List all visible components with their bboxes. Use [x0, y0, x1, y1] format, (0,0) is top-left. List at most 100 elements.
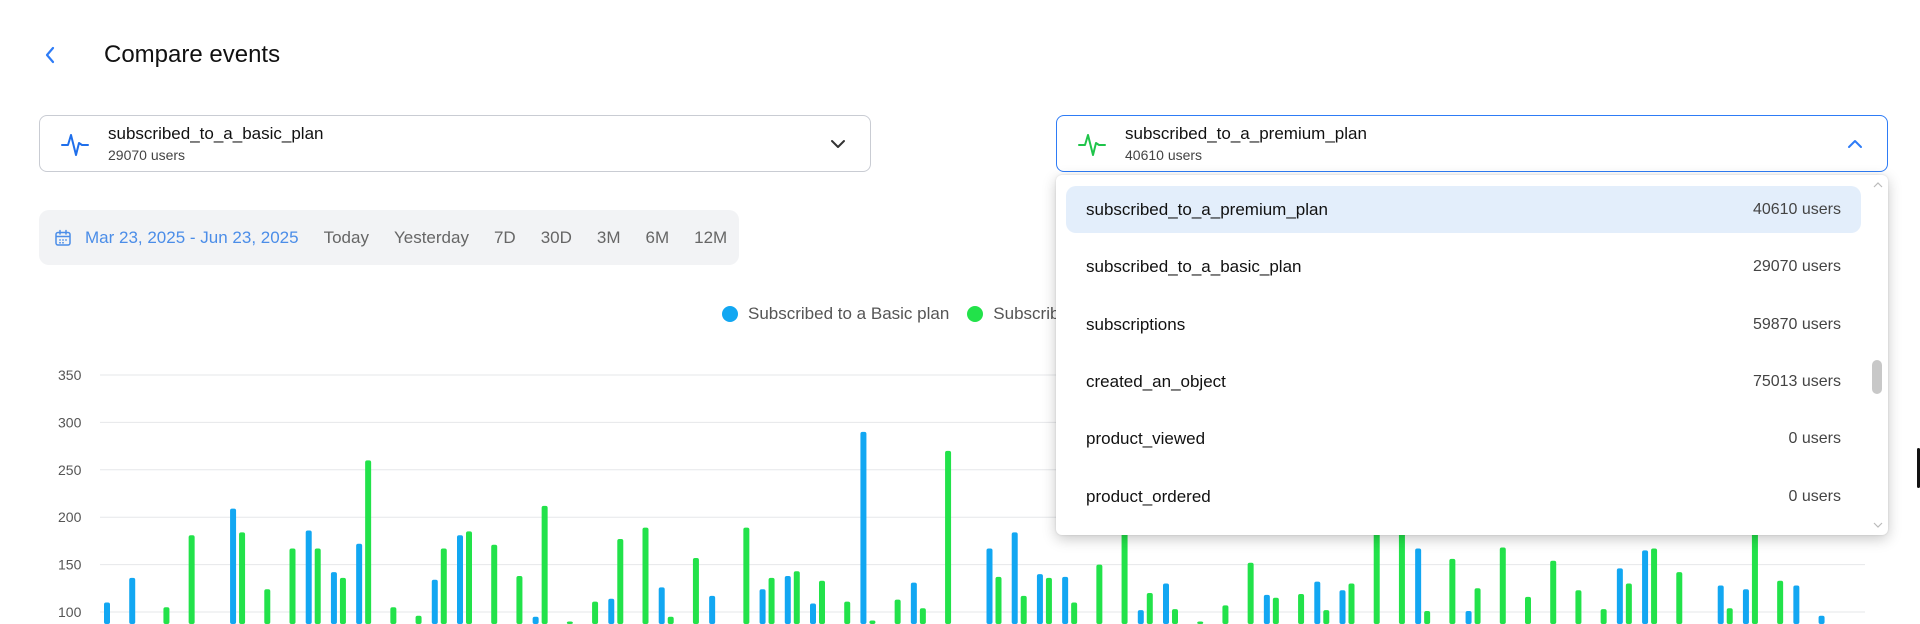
- bar-premium[interactable]: [1172, 609, 1178, 624]
- left-event-select[interactable]: subscribed_to_a_basic_plan 29070 users: [39, 115, 871, 172]
- date-range-picker[interactable]: Mar 23, 2025 - Jun 23, 2025: [53, 228, 299, 248]
- bar-basic[interactable]: [784, 575, 791, 624]
- bar-basic[interactable]: [910, 582, 917, 624]
- chevron-down-icon[interactable]: [828, 134, 848, 154]
- bar-basic[interactable]: [129, 577, 136, 624]
- bar-basic[interactable]: [457, 535, 463, 624]
- bar-basic[interactable]: [759, 589, 766, 624]
- bar-premium[interactable]: [390, 607, 397, 624]
- preset-today[interactable]: Today: [324, 228, 369, 248]
- dropdown-item[interactable]: product_viewed 0 users: [1066, 415, 1861, 462]
- bar-premium[interactable]: [415, 615, 422, 624]
- bar-premium[interactable]: [440, 548, 447, 624]
- dropdown-item[interactable]: subscribed_to_a_basic_plan 29070 users: [1066, 243, 1861, 290]
- dropdown-scrollbar[interactable]: [1868, 175, 1888, 535]
- scroll-down-icon[interactable]: [1872, 519, 1884, 531]
- dropdown-item[interactable]: subscribed_to_a_premium_plan 40610 users: [1066, 186, 1861, 233]
- bar-premium[interactable]: [1575, 590, 1582, 624]
- bar-premium[interactable]: [1777, 580, 1784, 624]
- bar-basic[interactable]: [1011, 532, 1018, 624]
- bar-premium[interactable]: [1550, 560, 1557, 624]
- bar-premium[interactable]: [1625, 583, 1632, 624]
- bar-basic[interactable]: [1339, 590, 1346, 624]
- bar-premium[interactable]: [163, 607, 170, 624]
- bar-premium[interactable]: [339, 577, 346, 624]
- bar-premium[interactable]: [1247, 562, 1254, 624]
- bar-premium[interactable]: [1525, 596, 1531, 624]
- preset-12m[interactable]: 12M: [694, 228, 727, 248]
- bar-premium[interactable]: [592, 601, 599, 624]
- bar-premium[interactable]: [1020, 595, 1027, 624]
- bar-premium[interactable]: [1323, 610, 1330, 624]
- bar-premium[interactable]: [768, 577, 775, 624]
- dropdown-item[interactable]: product_ordered 0 users: [1066, 473, 1861, 520]
- dropdown-item[interactable]: subscriptions 59870 users: [1066, 301, 1861, 348]
- bar-basic[interactable]: [305, 530, 312, 624]
- bar-basic[interactable]: [104, 602, 110, 624]
- bar-premium[interactable]: [541, 505, 548, 624]
- scroll-up-icon[interactable]: [1872, 179, 1884, 191]
- back-button[interactable]: [38, 43, 62, 67]
- bar-premium[interactable]: [692, 557, 699, 624]
- bar-premium[interactable]: [1071, 602, 1078, 624]
- bar-basic[interactable]: [1036, 574, 1043, 624]
- bar-basic[interactable]: [1742, 589, 1749, 624]
- bar-basic[interactable]: [1642, 550, 1649, 624]
- scrollbar-thumb[interactable]: [1872, 360, 1882, 394]
- bar-premium[interactable]: [365, 460, 372, 624]
- bar-basic[interactable]: [431, 579, 438, 624]
- bar-basic[interactable]: [1465, 611, 1472, 624]
- bar-basic[interactable]: [532, 616, 539, 624]
- dropdown-item[interactable]: created_an_object 75013 users: [1066, 358, 1861, 405]
- preset-6m[interactable]: 6M: [646, 228, 670, 248]
- bar-basic[interactable]: [658, 587, 665, 624]
- legend-item-basic[interactable]: Subscribed to a Basic plan: [722, 304, 949, 324]
- bar-premium[interactable]: [869, 620, 876, 624]
- bar-premium[interactable]: [1499, 547, 1506, 624]
- bar-basic[interactable]: [1717, 585, 1724, 624]
- bar-premium[interactable]: [793, 571, 800, 624]
- bar-basic[interactable]: [1314, 581, 1321, 624]
- bar-premium[interactable]: [743, 527, 750, 624]
- bar-basic[interactable]: [330, 572, 337, 624]
- right-event-select[interactable]: subscribed_to_a_premium_plan 40610 users: [1056, 115, 1888, 172]
- bar-basic[interactable]: [230, 508, 237, 624]
- bar-premium[interactable]: [642, 527, 649, 624]
- bar-premium[interactable]: [1726, 608, 1733, 624]
- bar-premium[interactable]: [819, 580, 825, 624]
- bar-premium[interactable]: [1045, 577, 1052, 624]
- bar-basic[interactable]: [356, 543, 363, 624]
- bar-basic[interactable]: [1163, 583, 1169, 624]
- bar-premium[interactable]: [1298, 593, 1305, 624]
- bar-premium[interactable]: [1651, 548, 1658, 624]
- bar-premium[interactable]: [894, 599, 901, 624]
- bar-basic[interactable]: [709, 595, 716, 624]
- preset-7d[interactable]: 7D: [494, 228, 516, 248]
- bar-basic[interactable]: [860, 431, 867, 624]
- bar-premium[interactable]: [239, 532, 246, 624]
- legend-item-premium[interactable]: Subscribe: [967, 304, 1069, 324]
- bar-premium[interactable]: [1272, 597, 1279, 624]
- bar-premium[interactable]: [264, 589, 271, 624]
- bar-premium[interactable]: [1096, 564, 1103, 624]
- bar-basic[interactable]: [810, 603, 816, 624]
- bar-premium[interactable]: [995, 576, 1002, 624]
- bar-basic[interactable]: [1263, 594, 1270, 624]
- preset-3m[interactable]: 3M: [597, 228, 621, 248]
- bar-premium[interactable]: [1676, 572, 1683, 624]
- chevron-up-icon[interactable]: [1845, 134, 1865, 154]
- bar-basic[interactable]: [1818, 615, 1825, 624]
- bar-premium[interactable]: [945, 450, 952, 624]
- preset-yesterday[interactable]: Yesterday: [394, 228, 469, 248]
- bar-premium[interactable]: [1600, 609, 1607, 624]
- bar-premium[interactable]: [314, 548, 321, 624]
- bar-premium[interactable]: [844, 601, 851, 624]
- bar-premium[interactable]: [1449, 558, 1456, 624]
- bar-premium[interactable]: [1348, 583, 1355, 624]
- bar-basic[interactable]: [1616, 568, 1623, 624]
- preset-30d[interactable]: 30D: [541, 228, 572, 248]
- bar-premium[interactable]: [919, 608, 926, 624]
- bar-premium[interactable]: [617, 539, 624, 624]
- bar-premium[interactable]: [466, 531, 472, 624]
- bar-premium[interactable]: [1424, 611, 1431, 624]
